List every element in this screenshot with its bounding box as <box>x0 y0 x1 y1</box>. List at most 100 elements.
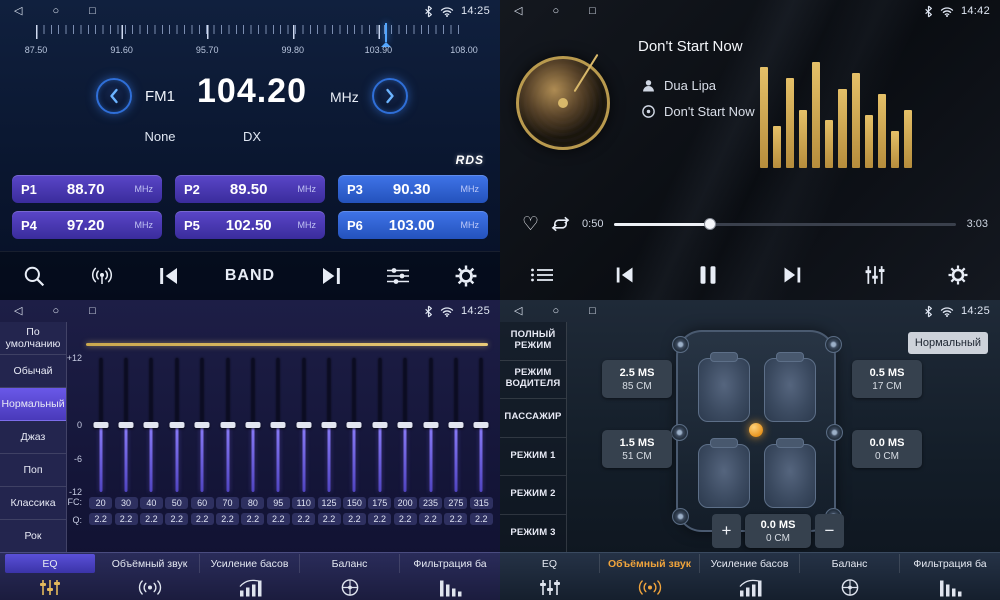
tab-eq[interactable]: EQ <box>0 553 100 600</box>
slider-thumb[interactable] <box>195 422 210 428</box>
eq-band-slider[interactable] <box>266 358 291 492</box>
eq-band-slider[interactable] <box>291 358 316 492</box>
tab-surround[interactable]: Объёмный звук <box>100 553 200 600</box>
delay-rear-right[interactable]: 0.0 MS 0 CM <box>852 430 922 468</box>
progress-bar[interactable] <box>614 223 955 226</box>
eq-preset-item[interactable]: Обычай <box>0 355 66 388</box>
surround-mode-item[interactable]: РЕЖИМ 3 <box>500 515 566 554</box>
playlist-icon[interactable] <box>530 265 554 285</box>
eq-band-slider[interactable] <box>190 358 215 492</box>
eq-preset-item[interactable]: Классика <box>0 487 66 520</box>
scan-icon[interactable] <box>22 265 46 287</box>
equalizer-icon[interactable] <box>863 265 887 285</box>
preset-button[interactable]: P390.30MHz <box>338 175 488 203</box>
eq-preset-item[interactable]: Джаз <box>0 421 66 454</box>
eq-band-slider[interactable] <box>88 358 113 492</box>
eq-band-slider[interactable] <box>240 358 265 492</box>
slider-thumb[interactable] <box>474 422 489 428</box>
eq-band-slider[interactable] <box>139 358 164 492</box>
sound-profile-button[interactable]: Нормальный <box>908 332 988 354</box>
home-icon[interactable]: ○ <box>52 0 59 22</box>
seat-rear-right[interactable] <box>764 444 816 508</box>
surround-mode-item[interactable]: ПАССАЖИР <box>500 399 566 438</box>
eq-band-slider[interactable] <box>113 358 138 492</box>
surround-mode-item[interactable]: РЕЖИМ 2 <box>500 476 566 515</box>
slider-thumb[interactable] <box>220 422 235 428</box>
tab-surround[interactable]: Объёмный звук <box>600 553 700 600</box>
tune-up-button[interactable] <box>372 78 408 114</box>
eq-preset-item[interactable]: Нормальный <box>0 388 66 421</box>
recents-icon[interactable]: □ <box>89 300 96 322</box>
eq-band-slider[interactable] <box>164 358 189 492</box>
preset-button[interactable]: P289.50MHz <box>175 175 325 203</box>
preset-button[interactable]: P5102.50MHz <box>175 211 325 239</box>
next-station-icon[interactable] <box>319 265 343 287</box>
tab-bass-boost[interactable]: Усиление басов <box>700 553 800 600</box>
gear-icon[interactable] <box>946 265 970 285</box>
gear-icon[interactable] <box>454 265 478 287</box>
slider-thumb[interactable] <box>271 422 286 428</box>
preset-button[interactable]: P497.20MHz <box>12 211 162 239</box>
delay-front-left[interactable]: 2.5 MS 85 CM <box>602 360 672 398</box>
eq-band-slider[interactable] <box>443 358 468 492</box>
eq-band-slider[interactable] <box>393 358 418 492</box>
eq-band-slider[interactable] <box>367 358 392 492</box>
preset-button[interactable]: P6103.00MHz <box>338 211 488 239</box>
home-icon[interactable]: ○ <box>552 0 559 22</box>
recents-icon[interactable]: □ <box>589 0 596 22</box>
pause-icon[interactable] <box>696 265 720 285</box>
favorite-icon[interactable]: ♡ <box>522 215 539 234</box>
preset-button[interactable]: P188.70MHz <box>12 175 162 203</box>
slider-thumb[interactable] <box>93 422 108 428</box>
slider-thumb[interactable] <box>144 422 159 428</box>
previous-track-icon[interactable] <box>613 265 637 285</box>
eq-band-slider[interactable] <box>469 358 494 492</box>
eq-preset-item[interactable]: Поп <box>0 454 66 487</box>
progress-thumb[interactable] <box>704 218 716 230</box>
slider-thumb[interactable] <box>296 422 311 428</box>
delay-rear-left[interactable]: 1.5 MS 51 CM <box>602 430 672 468</box>
slider-thumb[interactable] <box>119 422 134 428</box>
surround-mode-item[interactable]: РЕЖИМ ВОДИТЕЛЯ <box>500 361 566 400</box>
slider-thumb[interactable] <box>245 422 260 428</box>
eq-preset-item[interactable]: Рок <box>0 520 66 553</box>
broadcast-icon[interactable] <box>90 265 114 287</box>
sliders-icon[interactable] <box>386 265 410 287</box>
tab-eq[interactable]: EQ <box>500 553 600 600</box>
eq-band-slider[interactable] <box>316 358 341 492</box>
tab-filter[interactable]: Фильтрация ба <box>400 553 500 600</box>
eq-band-slider[interactable] <box>215 358 240 492</box>
delay-front-right[interactable]: 0.5 MS 17 CM <box>852 360 922 398</box>
eq-band-slider[interactable] <box>418 358 443 492</box>
slider-thumb[interactable] <box>448 422 463 428</box>
tab-balance[interactable]: Баланс <box>300 553 400 600</box>
seat-passenger[interactable] <box>764 358 816 422</box>
next-track-icon[interactable] <box>780 265 804 285</box>
slider-thumb[interactable] <box>372 422 387 428</box>
eq-band-slider[interactable] <box>342 358 367 492</box>
band-button[interactable]: BAND <box>225 267 275 285</box>
seat-driver[interactable] <box>698 358 750 422</box>
recents-icon[interactable]: □ <box>89 0 96 22</box>
tab-balance[interactable]: Баланс <box>800 553 900 600</box>
slider-thumb[interactable] <box>423 422 438 428</box>
delay-decrease-button[interactable]: − <box>815 514 844 548</box>
surround-mode-item[interactable]: РЕЖИМ 1 <box>500 438 566 477</box>
repeat-icon[interactable] <box>550 216 571 232</box>
tab-bass-boost[interactable]: Усиление басов <box>200 553 300 600</box>
listening-position-dot[interactable] <box>749 423 763 437</box>
slider-thumb[interactable] <box>347 422 362 428</box>
tune-down-button[interactable] <box>96 78 132 114</box>
back-icon[interactable]: ◁ <box>514 300 522 322</box>
delay-increase-button[interactable]: + <box>712 514 741 548</box>
slider-thumb[interactable] <box>398 422 413 428</box>
eq-master-slider[interactable] <box>86 343 488 346</box>
recents-icon[interactable]: □ <box>589 300 596 322</box>
previous-station-icon[interactable] <box>157 265 181 287</box>
slider-thumb[interactable] <box>322 422 337 428</box>
back-icon[interactable]: ◁ <box>14 300 22 322</box>
seat-rear-left[interactable] <box>698 444 750 508</box>
home-icon[interactable]: ○ <box>552 300 559 322</box>
home-icon[interactable]: ○ <box>52 300 59 322</box>
tab-filter[interactable]: Фильтрация ба <box>900 553 1000 600</box>
